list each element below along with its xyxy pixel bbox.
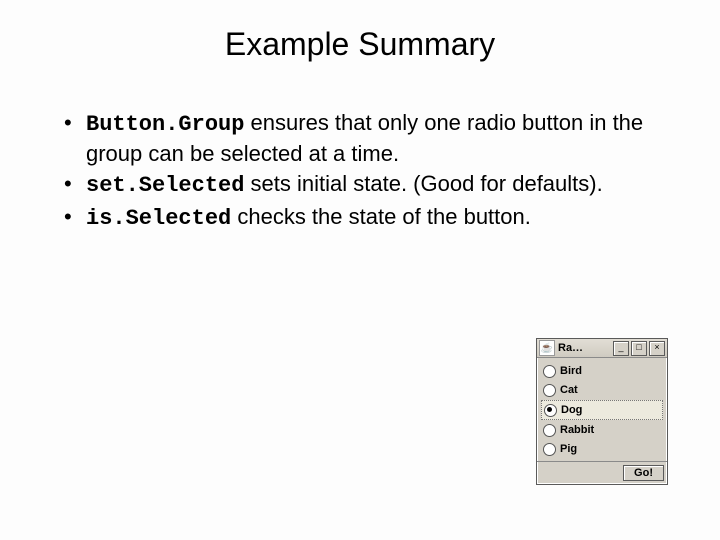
radio-icon [543,443,556,456]
radio-option-bird[interactable]: Bird [541,362,663,380]
bullet-list: Button.Group ensures that only one radio… [60,109,660,233]
button-bar: Go! [537,461,667,484]
java-window: ☕ Ra… _ □ × Bird Cat Dog Rabbit Pig Go! [536,338,668,485]
slide-title: Example Summary [0,0,720,63]
code-term: is.Selected [86,206,231,231]
radio-label: Rabbit [560,424,594,436]
bullet-item: set.Selected sets initial state. (Good f… [60,170,660,201]
java-icon: ☕ [539,340,555,356]
bullet-text: checks the state of the button. [231,204,531,229]
window-title: Ra… [558,342,611,354]
radio-group: Bird Cat Dog Rabbit Pig [537,358,667,461]
radio-option-rabbit[interactable]: Rabbit [541,421,663,439]
radio-icon [543,365,556,378]
close-button[interactable]: × [649,341,665,356]
radio-label: Pig [560,443,577,455]
bullet-item: is.Selected checks the state of the butt… [60,203,660,234]
bullet-text: sets initial state. (Good for defaults). [244,171,602,196]
titlebar: ☕ Ra… _ □ × [537,339,667,358]
radio-icon [543,384,556,397]
radio-option-pig[interactable]: Pig [541,440,663,458]
radio-icon [544,404,557,417]
maximize-button[interactable]: □ [631,341,647,356]
radio-label: Bird [560,365,582,377]
go-button[interactable]: Go! [623,465,664,481]
radio-icon [543,424,556,437]
minimize-button[interactable]: _ [613,341,629,356]
radio-label: Dog [561,404,582,416]
radio-option-dog[interactable]: Dog [541,400,663,420]
radio-label: Cat [560,384,578,396]
radio-option-cat[interactable]: Cat [541,381,663,399]
code-term: Button.Group [86,112,244,137]
bullet-item: Button.Group ensures that only one radio… [60,109,660,168]
code-term: set.Selected [86,173,244,198]
